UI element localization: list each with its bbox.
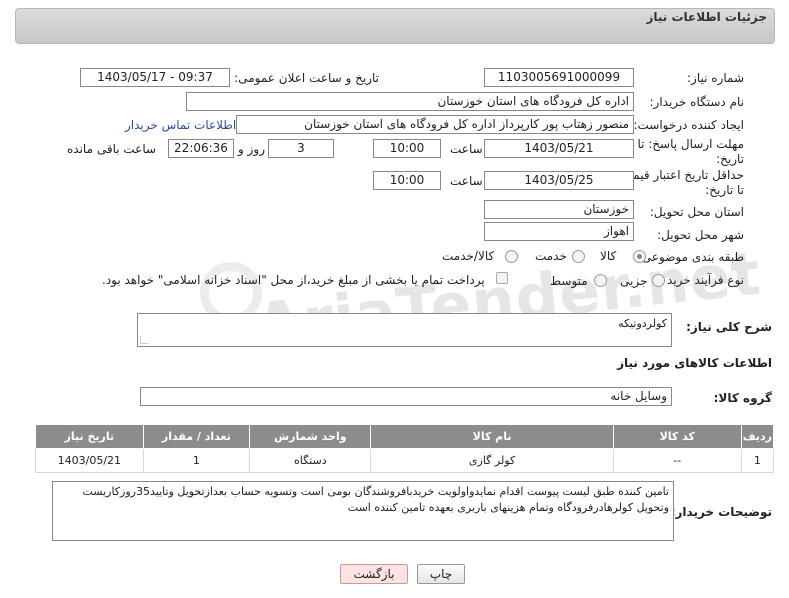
goods-info-title: اطلاعات کالاهای مورد نیاز [617,356,772,370]
buyer-org-label: نام دستگاه خریدار: [649,95,745,109]
cell-date: 1403/05/21 [35,448,144,473]
purchase-option-minor: جزیی [620,274,648,288]
col-header-code: کد کالا [612,424,742,449]
category-label: طبقه بندی موضوعی: [637,250,744,264]
announce-date-label: تاریخ و ساعت اعلان عمومی: [234,71,379,85]
resize-handle[interactable] [140,336,148,344]
days-remaining-field: 3 [268,139,334,158]
need-number-label: شماره نیاز: [687,71,744,85]
page-title: جزئیات اطلاعات نیاز [646,10,767,24]
category-option-service: خدمت [535,249,567,263]
creator-field: منصور زهتاب پور کارپرداز اداره کل فرودگا… [236,115,634,134]
cell-name: کولر گازی [370,448,614,473]
col-header-date: تاریخ نیاز [35,424,144,449]
province-field: خوزستان [484,200,634,219]
goods-group-label: گروه کالا: [713,391,772,405]
treasury-payment-note: پرداخت تمام یا بخشی از مبلغ خرید،از محل … [102,273,485,287]
purchase-radio-minor[interactable] [652,274,665,287]
summary-text: کولردوتیکه [618,317,667,330]
table-row: 1 -- کولر گازی دستگاه 1 1403/05/21 [35,448,775,473]
purchase-option-medium: متوسط [550,274,588,288]
buyer-notes-text: تامین کننده طبق لیست پیوست اقدام نمایدوا… [82,485,669,514]
back-button[interactable]: بازگشت [340,564,408,584]
price-validity-time-label: ساعت [450,174,483,188]
category-radio-service[interactable] [572,250,585,263]
city-label: شهر محل تحویل: [657,228,744,242]
cell-quantity: 1 [142,448,251,473]
buyer-notes-field: تامین کننده طبق لیست پیوست اقدام نمایدوا… [52,481,674,541]
remaining-time-field: 22:06:36 [168,139,234,158]
category-option-goods: کالا [600,249,617,263]
summary-field: کولردوتیکه [137,313,672,347]
reply-time-label: ساعت [450,142,483,156]
items-table: ردیف کد کالا نام کالا واحد شمارش تعداد /… [35,424,775,473]
announce-date-field: 1403/05/17 - 09:37 [80,68,230,87]
cell-unit: دستگاه [249,448,372,473]
reply-time-field: 10:00 [373,139,441,158]
table-header-row: ردیف کد کالا نام کالا واحد شمارش تعداد /… [35,424,775,449]
col-header-row-number: ردیف [740,424,775,449]
cell-code: -- [612,448,742,473]
remaining-time-label: ساعت باقی مانده [67,142,157,156]
treasury-payment-checkbox[interactable] [496,272,508,284]
need-number-field: 1103005691000099 [484,68,634,87]
purchase-radio-medium[interactable] [594,274,607,287]
category-option-goods-service: کالا/خدمت [442,249,495,263]
price-validity-time-field: 10:00 [373,171,441,190]
category-radio-goods[interactable] [633,250,646,263]
goods-group-field: وسایل خانه [140,387,672,406]
category-radio-goods-service[interactable] [505,250,518,263]
col-header-name: نام کالا [370,424,614,449]
summary-label: شرح کلی نیاز: [686,320,772,334]
reply-deadline-label: مهلت ارسال پاسخ: تا تاریخ: [637,137,744,166]
purchase-type-label: نوع فرآیند خرید : [659,273,744,287]
creator-label: ایجاد کننده درخواست: [633,118,744,132]
buyer-org-field: اداره کل فرودگاه های استان خوزستان [186,92,634,111]
buyer-contact-link[interactable]: اطلاعات تماس خریدار [125,118,236,132]
col-header-quantity: تعداد / مقدار [142,424,251,449]
price-validity-date-field: 1403/05/25 [484,171,634,190]
city-field: اهواز [484,222,634,241]
days-and-label: روز و [238,142,265,156]
province-label: استان محل تحویل: [649,205,744,219]
reply-date-field: 1403/05/21 [484,139,634,158]
print-button[interactable]: چاپ [417,564,465,584]
col-header-unit: واحد شمارش [249,424,372,449]
buyer-notes-label: توضیحات خریدار: [670,505,772,519]
cell-row-number: 1 [740,448,775,473]
